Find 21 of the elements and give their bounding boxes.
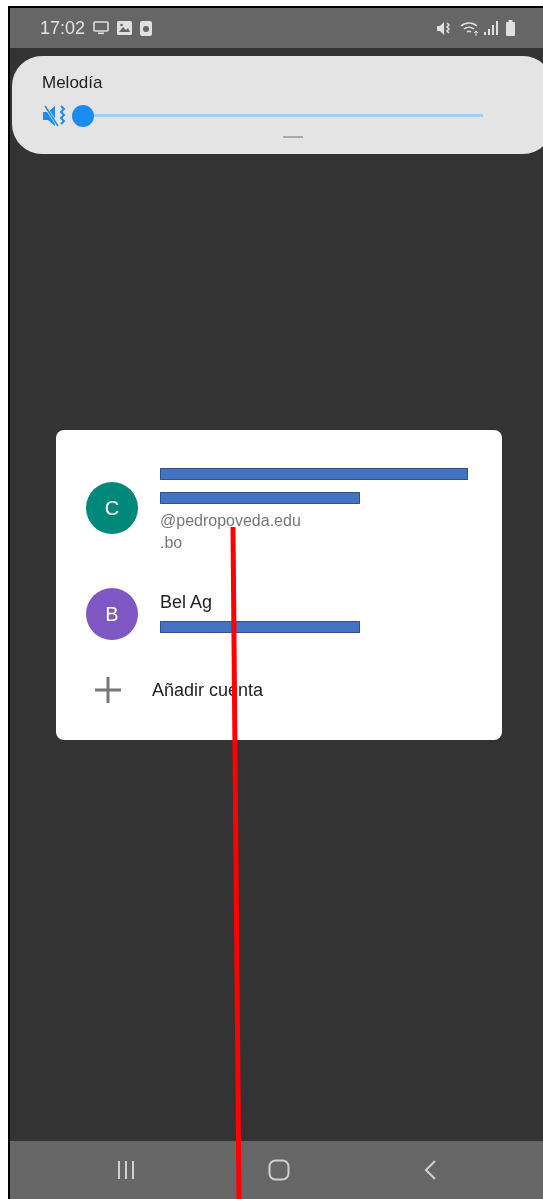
account-email: .bo: [160, 533, 184, 554]
screen-icon: [93, 21, 110, 35]
wifi-icon: [460, 20, 480, 36]
image-icon: [117, 21, 133, 35]
volume-title: Melodía: [42, 72, 104, 94]
panel-handle[interactable]: [282, 136, 303, 139]
status-time: 17:02: [40, 16, 86, 40]
account-avatar[interactable]: B: [86, 588, 138, 641]
plus-icon: [94, 676, 122, 705]
mute-icon: [436, 20, 452, 36]
recents-icon[interactable]: [116, 1160, 135, 1180]
slider-thumb[interactable]: [72, 104, 94, 127]
mute-vibrate-icon[interactable]: [42, 104, 68, 129]
signal-icon: [484, 21, 498, 35]
home-icon[interactable]: [267, 1159, 290, 1181]
battery-icon: [506, 20, 515, 36]
clock-icon: [140, 20, 153, 36]
account-email: @pedropoveda.edu: [160, 511, 302, 532]
back-icon[interactable]: [422, 1159, 437, 1181]
account-avatar[interactable]: C: [86, 482, 138, 535]
account-name: Bel Ag: [160, 591, 214, 615]
